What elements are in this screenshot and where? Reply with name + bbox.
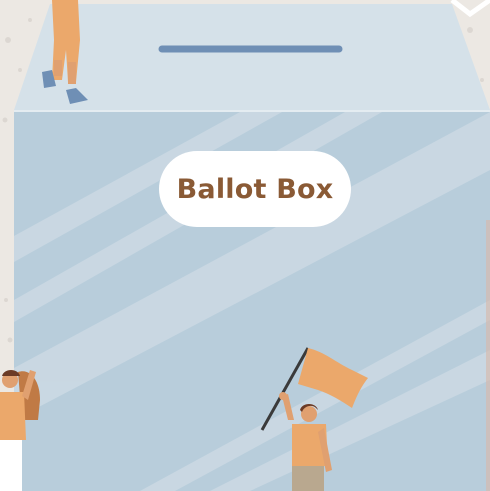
title-badge: Ballot Box: [159, 151, 351, 227]
ballot-box-icon: [0, 0, 490, 491]
corner-decoration: [450, 0, 490, 18]
ballot-box-illustration: Ballot Box: [0, 0, 490, 491]
box-lid: [14, 4, 490, 110]
page-title: Ballot Box: [176, 173, 334, 205]
box-side-edge: [486, 220, 490, 491]
